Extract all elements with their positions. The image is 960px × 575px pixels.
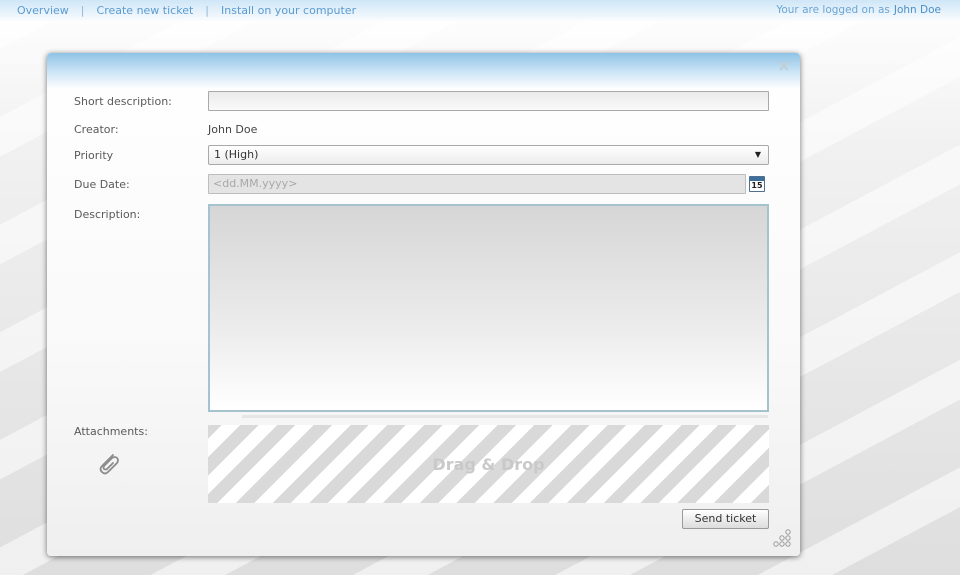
due-date-label: Due Date: — [74, 178, 130, 191]
login-status: Your are logged on as John Doe — [776, 4, 941, 16]
description-label: Description: — [74, 208, 141, 221]
creator-value: John Doe — [208, 123, 258, 136]
calendar-day: 15 — [751, 181, 763, 190]
nav-install-link[interactable]: Install on your computer — [221, 4, 356, 17]
logged-user-link[interactable]: John Doe — [894, 4, 941, 16]
main-nav: Overview | Create new ticket | Install o… — [17, 4, 356, 17]
nav-separator: | — [80, 4, 85, 17]
attachment-dropzone[interactable]: Drag & Drop — [208, 425, 769, 503]
nav-separator: | — [205, 4, 209, 17]
calendar-icon[interactable]: 15 — [749, 176, 765, 192]
attachments-label: Attachments: — [74, 425, 148, 438]
due-date-input[interactable]: <dd.MM.yyyy> — [208, 174, 746, 194]
nav-overview-link[interactable]: Overview — [17, 4, 69, 17]
textarea-resize-bar[interactable] — [242, 415, 768, 418]
create-ticket-dialog: × Short description: Creator: John Doe P… — [47, 53, 800, 556]
short-description-input[interactable] — [208, 91, 769, 111]
paperclip-icon[interactable] — [93, 449, 123, 479]
chevron-down-icon: ▼ — [754, 150, 761, 159]
priority-label: Priority — [74, 149, 114, 162]
top-navigation-bar: Overview | Create new ticket | Install o… — [0, 0, 960, 22]
creator-label: Creator: — [74, 123, 119, 136]
login-prefix: Your are logged on as — [776, 4, 890, 16]
short-description-label: Short description: — [74, 95, 172, 108]
dropzone-text: Drag & Drop — [432, 454, 545, 474]
send-ticket-button[interactable]: Send ticket — [682, 509, 769, 529]
dialog-header — [47, 53, 800, 89]
description-textarea[interactable] — [208, 204, 769, 412]
close-icon[interactable]: × — [777, 58, 791, 74]
priority-select[interactable]: 1 (High) ▼ — [208, 145, 769, 165]
nav-create-ticket-link[interactable]: Create new ticket — [97, 4, 194, 17]
resize-grip-icon[interactable] — [772, 528, 792, 548]
priority-selected-value: 1 (High) — [214, 148, 259, 161]
